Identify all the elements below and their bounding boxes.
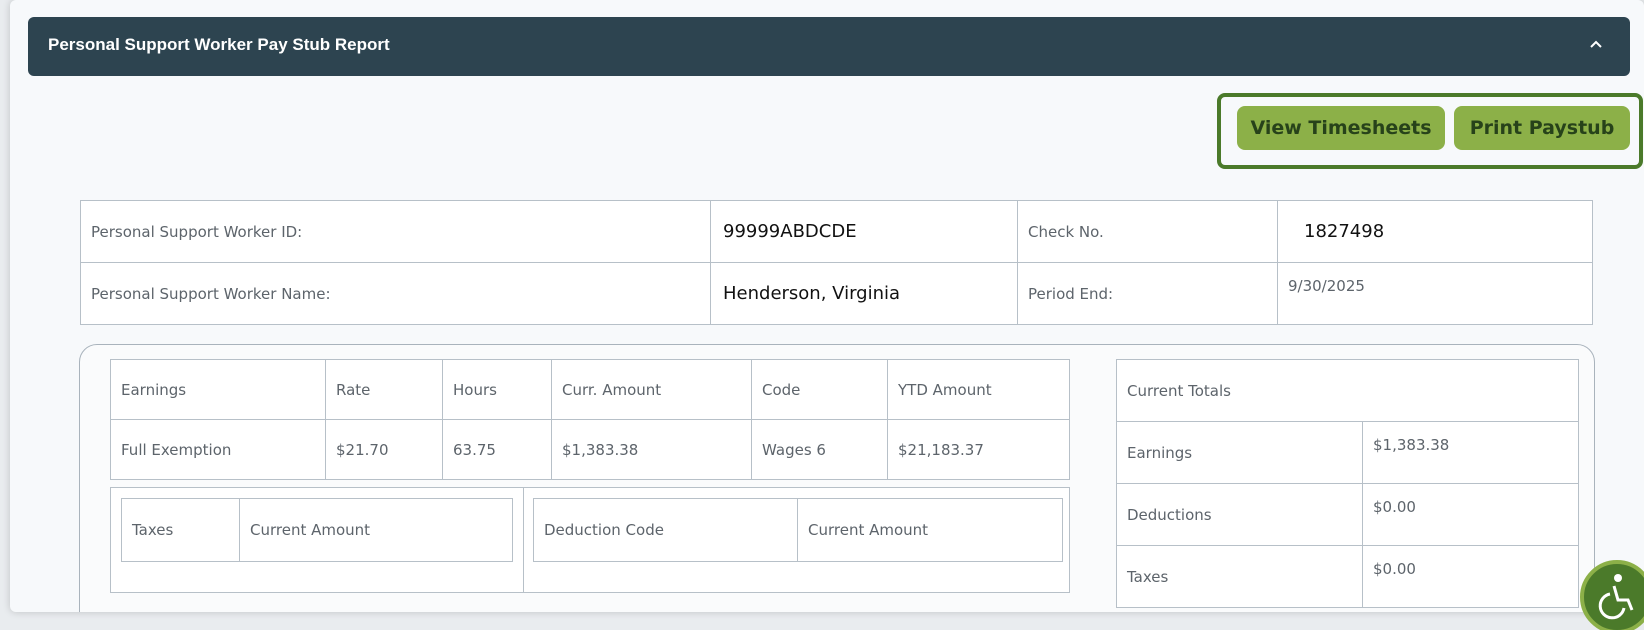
worker-name-label: Personal Support Worker Name: [80,262,711,325]
table-header-row: Current Totals [1116,359,1579,422]
accessibility-icon[interactable] [1580,560,1644,630]
section-divider [523,488,524,592]
ytd-amount-header: YTD Amount [887,359,1070,420]
chevron-up-icon[interactable] [1586,35,1606,55]
action-button-group: View Timesheets Print Paystub [1217,93,1643,169]
rate-cell: $21.70 [325,419,443,480]
curr-amount-cell: $1,383.38 [551,419,752,480]
table-row: Earnings $1,383.38 [1116,421,1579,484]
totals-taxes-value: $0.00 [1362,545,1579,608]
deduction-code-header: Deduction Code [533,498,798,562]
totals-earnings-value: $1,383.38 [1362,421,1579,484]
table-row: Full Exemption $21.70 63.75 $1,383.38 Wa… [110,419,1070,480]
deductions-table: Deduction Code Current Amount [533,498,1063,562]
taxes-table: Taxes Current Amount [121,498,513,562]
table-row: Taxes $0.00 [1116,545,1579,608]
code-cell: Wages 6 [751,419,888,480]
hours-cell: 63.75 [442,419,552,480]
taxes-deductions-section: Taxes Current Amount Deduction Code Curr… [110,487,1070,593]
table-row: Deductions $0.00 [1116,483,1579,546]
hours-header: Hours [442,359,552,420]
worker-id-label: Personal Support Worker ID: [80,200,711,263]
check-no-label: Check No. [1017,200,1278,263]
panel-header[interactable]: Personal Support Worker Pay Stub Report [28,17,1630,76]
totals-deductions-label: Deductions [1116,483,1363,546]
taxes-header: Taxes [121,498,240,562]
table-header-row: Deduction Code Current Amount [533,498,1063,562]
table-row: Personal Support Worker Name: Henderson,… [80,262,1593,325]
curr-amount-header: Curr. Amount [551,359,752,420]
worker-id-value: 99999ABDCDE [710,200,1018,263]
paystub-panel: Personal Support Worker Pay Stub Report … [10,0,1644,612]
print-paystub-button[interactable]: Print Paystub [1454,106,1630,150]
earnings-cell: Full Exemption [110,419,326,480]
earnings-header: Earnings [110,359,326,420]
table-row: Personal Support Worker ID: 99999ABDCDE … [80,200,1593,263]
current-totals-header: Current Totals [1116,359,1579,422]
taxes-current-amount-header: Current Amount [239,498,513,562]
period-end-label: Period End: [1017,262,1278,325]
earnings-table: Earnings Rate Hours Curr. Amount Code YT… [110,359,1070,480]
code-header: Code [751,359,888,420]
view-timesheets-button[interactable]: View Timesheets [1237,106,1445,150]
totals-taxes-label: Taxes [1116,545,1363,608]
totals-deductions-value: $0.00 [1362,483,1579,546]
totals-earnings-label: Earnings [1116,421,1363,484]
worker-name-value: Henderson, Virginia [710,262,1018,325]
check-no-value: 1827498 [1277,200,1593,263]
page-title: Personal Support Worker Pay Stub Report [48,35,390,54]
table-header-row: Taxes Current Amount [121,498,513,562]
table-header-row: Earnings Rate Hours Curr. Amount Code YT… [110,359,1070,420]
rate-header: Rate [325,359,443,420]
current-totals-table: Current Totals Earnings $1,383.38 Deduct… [1116,359,1579,608]
deductions-current-amount-header: Current Amount [797,498,1063,562]
period-end-value: 9/30/2025 [1277,262,1593,325]
worker-info-table: Personal Support Worker ID: 99999ABDCDE … [80,200,1593,325]
ytd-amount-cell: $21,183.37 [887,419,1070,480]
